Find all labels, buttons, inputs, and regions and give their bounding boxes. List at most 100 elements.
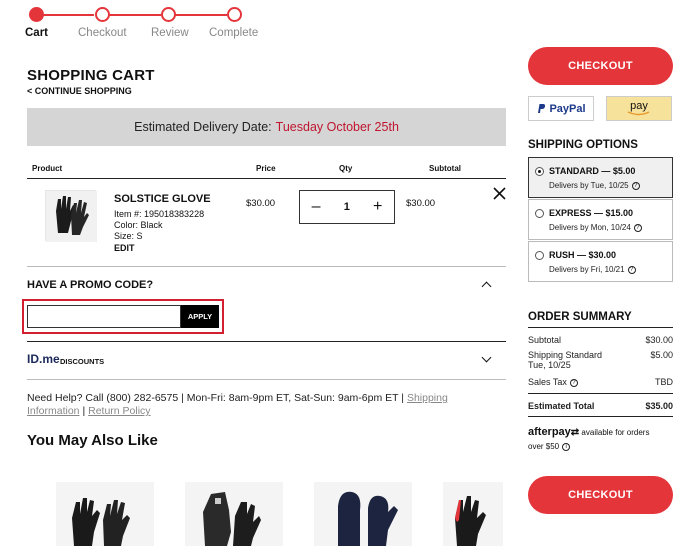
item-subtotal: $30.00 (406, 198, 436, 209)
checkout-button-top[interactable]: CHECKOUT (528, 47, 673, 85)
paypal-button[interactable]: PayPal (528, 96, 594, 121)
shipping-option-standard[interactable]: STANDARD — $5.00 Delivers by Tue, 10/25? (528, 157, 673, 198)
decrement-button[interactable]: – (312, 199, 321, 215)
radio-express[interactable] (535, 209, 544, 218)
step-label-complete: Complete (209, 27, 259, 39)
idme-logo-text: ID.me (27, 352, 60, 366)
recommended-product[interactable] (443, 482, 503, 546)
paypal-label: PayPal (549, 102, 586, 115)
shipping-rush-eta-text: Delivers by Fri, 10/21 (549, 265, 625, 274)
shipping-option-express[interactable]: EXPRESS — $15.00 Delivers by Mon, 10/24? (528, 199, 673, 240)
summary-tax-value: TBD (655, 377, 673, 387)
continue-shopping-link[interactable]: < CONTINUE SHOPPING (27, 86, 132, 96)
idme-logo: ID.me (27, 352, 60, 366)
col-qty: Qty (339, 164, 353, 173)
glove-image (443, 482, 503, 546)
radio-standard[interactable] (535, 167, 544, 176)
afterpay-text: available for orders (581, 428, 650, 437)
edit-link[interactable]: EDIT (114, 243, 135, 253)
apply-button[interactable]: APPLY (181, 305, 219, 328)
summary-tax: Sales Tax? TBD (528, 377, 673, 387)
recommended-product[interactable] (185, 482, 283, 546)
product-thumbnail[interactable] (45, 190, 97, 242)
col-subtotal: Subtotal (429, 164, 461, 173)
summary-total: Estimated Total $35.00 (528, 401, 673, 411)
return-policy-link[interactable]: Return Policy (88, 405, 150, 417)
afterpay-arrows-icon: ⇄ (570, 427, 580, 438)
summary-tax-label: Sales Tax (528, 377, 567, 387)
amazon-pay-button[interactable]: pay (606, 96, 672, 121)
shipping-express-eta-text: Delivers by Mon, 10/24 (549, 223, 631, 232)
summary-subtotal-value: $30.00 (645, 335, 673, 345)
shipping-rush-name: RUSH — $30.00 (549, 250, 617, 260)
help-icon[interactable]: ? (569, 378, 578, 387)
divider (27, 341, 506, 342)
help-contact: Need Help? Call (800) 282-6575 | Mon-Fri… (27, 392, 405, 404)
quantity-value[interactable]: 1 (344, 201, 350, 213)
radio-rush[interactable] (535, 251, 544, 260)
paypal-icon (538, 104, 546, 113)
divider (27, 178, 506, 179)
chevron-down-icon[interactable] (481, 352, 492, 363)
product-name[interactable]: SOLSTICE GLOVE (114, 193, 211, 205)
step-label-cart: Cart (25, 27, 49, 39)
summary-shipping: Shipping Standard Tue, 10/25 $5.00 (528, 350, 673, 370)
shipping-options-title: SHIPPING OPTIONS (528, 139, 638, 151)
divider (27, 379, 506, 380)
summary-subtotal-label: Subtotal (528, 335, 562, 345)
product-size: Size: S (114, 231, 143, 241)
mitten-image (314, 482, 412, 546)
shipping-express-name: EXPRESS — $15.00 (549, 208, 634, 218)
divider (528, 327, 673, 328)
col-product: Product (32, 164, 63, 173)
help-text: Need Help? Call (800) 282-6575 | Mon-Fri… (27, 392, 497, 418)
recommended-product[interactable] (56, 482, 154, 546)
chevron-up-icon[interactable] (481, 281, 492, 292)
summary-total-label: Estimated Total (528, 401, 595, 411)
shipping-express-eta: Delivers by Mon, 10/24? (549, 223, 642, 232)
close-icon (493, 187, 506, 200)
delivery-label: Estimated Delivery Date: (134, 120, 272, 134)
quantity-stepper: – 1 + (299, 190, 395, 224)
remove-item-button[interactable] (493, 187, 506, 205)
afterpay-message: afterpay⇄ available for orders over $50 i (528, 425, 678, 454)
product-color: Color: Black (114, 220, 163, 230)
help-icon[interactable]: ? (627, 265, 636, 274)
product-item-number: Item #: 195018383228 (114, 209, 205, 219)
help-icon[interactable]: ? (633, 223, 642, 232)
increment-button[interactable]: + (373, 199, 382, 215)
help-separator: | (82, 405, 86, 417)
step-dot-checkout (95, 7, 110, 22)
amazon-pay-label: pay (630, 100, 648, 112)
promo-title[interactable]: HAVE A PROMO CODE? (27, 279, 153, 291)
step-label-checkout: Checkout (78, 27, 127, 39)
delivery-banner: Estimated Delivery Date: Tuesday October… (27, 108, 506, 146)
summary-shipping-value: $5.00 (650, 350, 673, 360)
help-icon[interactable]: ? (631, 181, 640, 190)
divider (27, 266, 506, 267)
info-icon[interactable]: i (562, 442, 571, 451)
shipping-rush-eta: Delivers by Fri, 10/21? (549, 265, 636, 274)
divider (528, 393, 673, 394)
page-title: SHOPPING CART (27, 67, 155, 84)
shipping-option-rush[interactable]: RUSH — $30.00 Delivers by Fri, 10/21? (528, 241, 673, 282)
shipping-standard-eta: Delivers by Tue, 10/25? (549, 181, 640, 190)
step-connector (42, 14, 94, 16)
recommended-product[interactable] (314, 482, 412, 546)
recommendations-title: You May Also Like (27, 432, 158, 449)
checkout-button-bottom[interactable]: CHECKOUT (528, 476, 673, 514)
idme-discounts-label[interactable]: DISCOUNTS (60, 357, 104, 366)
summary-shipping-date: Tue, 10/25 (528, 360, 571, 370)
summary-total-value: $35.00 (645, 401, 673, 411)
step-label-review: Review (151, 27, 189, 39)
step-dot-complete (227, 7, 242, 22)
col-price: Price (256, 164, 276, 173)
afterpay-logo: afterpay (528, 426, 571, 438)
promo-code-input[interactable] (27, 305, 181, 328)
glove-image (46, 191, 97, 242)
step-dot-cart (29, 7, 44, 22)
summary-subtotal: Subtotal $30.00 (528, 335, 673, 345)
amazon-smile-icon (627, 111, 650, 116)
step-connector (175, 14, 227, 16)
step-connector (109, 14, 161, 16)
